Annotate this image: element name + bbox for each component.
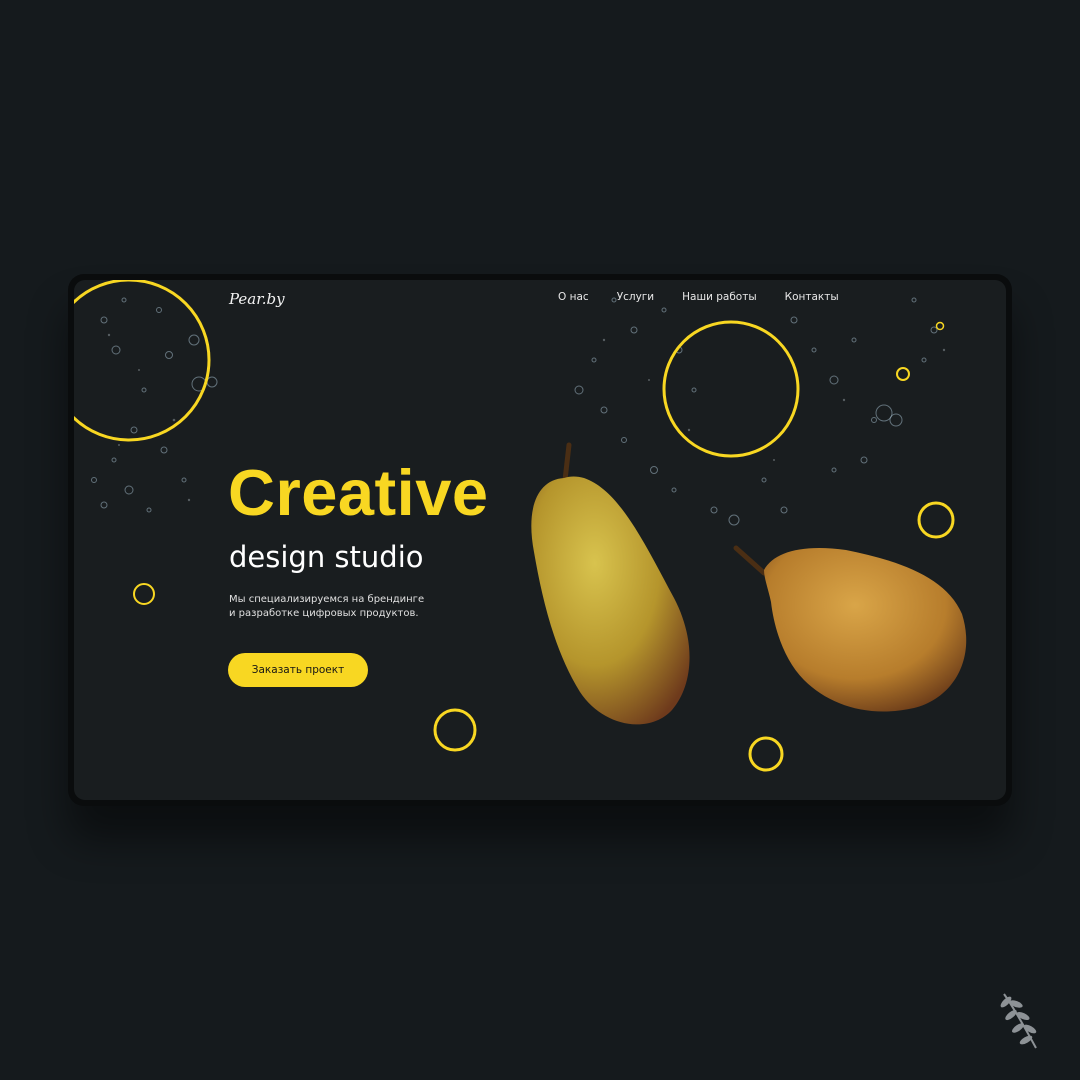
browser-mockup-frame: Pear.by О нас Услуги Наши работы Контакт… — [68, 274, 1012, 806]
main-nav: О нас Услуги Наши работы Контакты — [558, 291, 839, 303]
hero-title: Creative — [228, 456, 489, 529]
hero-subtitle: design studio — [229, 540, 424, 574]
hero-description-line-1: Мы специализируемся на брендинге — [229, 594, 425, 605]
nav-link-services[interactable]: Услуги — [617, 291, 654, 303]
logo[interactable]: Pear.by — [229, 290, 285, 308]
website-hero-screen: Pear.by О нас Услуги Наши работы Контакт… — [74, 280, 1006, 800]
nav-link-contacts[interactable]: Контакты — [785, 291, 839, 303]
water-splash-decoration — [91, 297, 946, 526]
order-project-button[interactable]: Заказать проект — [228, 653, 368, 687]
laurel-branch-icon — [1000, 993, 1037, 1049]
hero-description-line-2: и разработке цифровых продуктов. — [229, 608, 419, 619]
nav-link-about[interactable]: О нас — [558, 291, 589, 303]
hero-description: Мы специализируемся на брендинге и разра… — [229, 593, 469, 621]
nav-link-portfolio[interactable]: Наши работы — [682, 291, 757, 303]
